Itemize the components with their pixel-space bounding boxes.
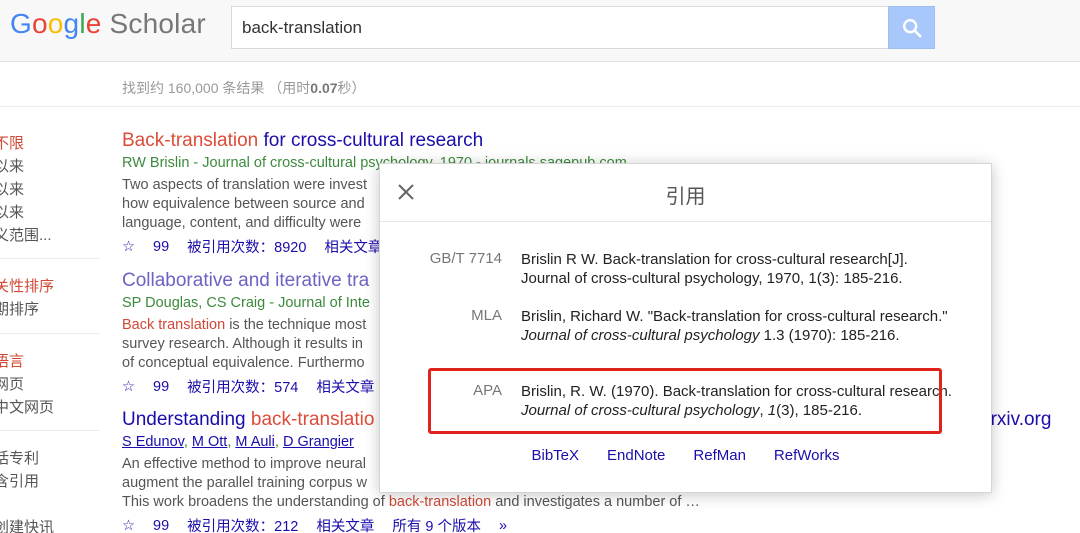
author-link[interactable]: D Grangier — [283, 434, 354, 450]
sidebar: 不限 以来 以来 以来 义范围... 关性排序 期排序 语言 网页 中文网页 括… — [0, 130, 100, 533]
export-endnote-link[interactable]: EndNote — [607, 447, 665, 464]
save-star-icon[interactable]: ☆ — [122, 239, 135, 255]
related-articles-link[interactable]: 相关文章 — [324, 236, 382, 257]
sidebar-item-since-year[interactable]: 以来 — [0, 155, 24, 176]
sidebar-item-create-alert[interactable]: 创建快讯 — [0, 516, 54, 533]
related-articles-link[interactable]: 相关文章 — [316, 515, 374, 533]
export-refman-link[interactable]: RefMan — [693, 447, 746, 464]
divider — [0, 333, 100, 334]
search-input[interactable] — [232, 7, 888, 48]
cited-by-link[interactable]: 被引用次数：212 — [187, 515, 298, 533]
result-snippet: of conceptual equivalence. Furthermo — [122, 355, 365, 371]
cite-quote-icon[interactable]: 99 — [153, 239, 169, 255]
sidebar-item-since-year[interactable]: 以来 — [0, 178, 24, 199]
search-box — [231, 6, 889, 49]
author-link[interactable]: S Edunov — [122, 434, 184, 450]
sidebar-item-sort-relevance[interactable]: 关性排序 — [0, 275, 54, 296]
result-title-link[interactable]: Understanding back-translatio — [122, 409, 374, 431]
result-meta: SP Douglas, CS Craig - Journal of Inte — [122, 295, 370, 311]
sidebar-item-sort-date[interactable]: 期排序 — [0, 298, 39, 319]
cite-quote-icon[interactable]: 99 — [153, 518, 169, 533]
sidebar-item-custom-range[interactable]: 义范围... — [0, 224, 52, 245]
result-actions: ☆ 99 被引用次数：574 相关文章 — [122, 376, 392, 397]
result-snippet: This work broadens the understanding of … — [122, 494, 700, 510]
save-star-icon[interactable]: ☆ — [122, 518, 135, 533]
close-button[interactable] — [394, 180, 418, 204]
citation-text[interactable]: Brislin, Richard W. "Back-translation fo… — [521, 307, 961, 345]
cite-dialog-title: 引用 — [665, 186, 706, 208]
result-snippet: Two aspects of translation were invest — [122, 177, 368, 193]
result-actions: ☆ 99 被引用次数：8920 相关文章 — [122, 236, 400, 257]
divider — [0, 430, 100, 431]
result-title-link[interactable]: Back-translation for cross-cultural rese… — [122, 130, 483, 152]
result-authors: S Edunov, M Ott, M Auli, D Grangier — [122, 434, 354, 450]
export-bibtex-link[interactable]: BibTeX — [531, 447, 579, 464]
sidebar-item-since-year[interactable]: 以来 — [0, 201, 24, 222]
sidebar-item-web[interactable]: 网页 — [0, 373, 24, 394]
result-snippet: Back translation is the technique most — [122, 317, 367, 333]
result-actions: ☆ 99 被引用次数：212 相关文章 所有 9 个版本 » — [122, 515, 525, 533]
cited-by-link[interactable]: 被引用次数：574 — [187, 376, 298, 397]
result-snippet: augment the parallel training corpus w — [122, 475, 368, 491]
result-snippet: survey research. Although it results in — [122, 336, 363, 352]
save-star-icon[interactable]: ☆ — [122, 379, 135, 395]
sidebar-item-include-patents[interactable]: 括专利 — [0, 447, 39, 468]
result-title-link[interactable]: Collaborative and iterative tra — [122, 270, 369, 292]
google-scholar-logo[interactable]: Google Scholar — [10, 8, 206, 40]
cite-dialog: 引用 GB/T 7714 Brislin R W. Back-translati… — [379, 163, 992, 493]
cited-by-link[interactable]: 被引用次数：8920 — [187, 236, 306, 257]
sidebar-item-chinese-web[interactable]: 中文网页 — [0, 396, 54, 417]
citation-style-label: GB/T 7714 — [429, 250, 502, 267]
divider — [0, 106, 1080, 107]
citation-text[interactable]: Brislin R W. Back-translation for cross-… — [521, 250, 961, 288]
result-snippet: An effective method to improve neural — [122, 456, 366, 472]
header: Google Scholar — [0, 0, 1080, 62]
author-link[interactable]: M Auli — [235, 434, 275, 450]
related-articles-link[interactable]: 相关文章 — [316, 376, 374, 397]
more-chevron-icon[interactable]: » — [499, 518, 507, 533]
search-icon — [902, 18, 922, 38]
search-button[interactable] — [888, 6, 935, 49]
result-snippet: how equivalence between source and — [122, 196, 365, 212]
all-versions-link[interactable]: 所有 9 个版本 — [392, 515, 481, 533]
apa-highlight-box — [428, 368, 942, 434]
close-icon — [398, 184, 414, 200]
export-refworks-link[interactable]: RefWorks — [774, 447, 840, 464]
export-links: BibTeX EndNote RefMan RefWorks — [380, 447, 991, 464]
sidebar-item-include-citations[interactable]: 含引用 — [0, 470, 39, 491]
result-count: 找到约 160,000 条结果 （用时0.07秒） — [122, 80, 366, 96]
result-snippet: language, content, and difficulty were — [122, 215, 362, 231]
cite-quote-icon[interactable]: 99 — [153, 379, 169, 395]
cite-dialog-header: 引用 — [380, 164, 991, 222]
citation-style-label: MLA — [471, 307, 502, 324]
sidebar-item-any-time[interactable]: 不限 — [0, 132, 24, 153]
divider — [0, 258, 100, 259]
author-link[interactable]: M Ott — [192, 434, 227, 450]
sidebar-item-any-language[interactable]: 语言 — [0, 350, 24, 371]
